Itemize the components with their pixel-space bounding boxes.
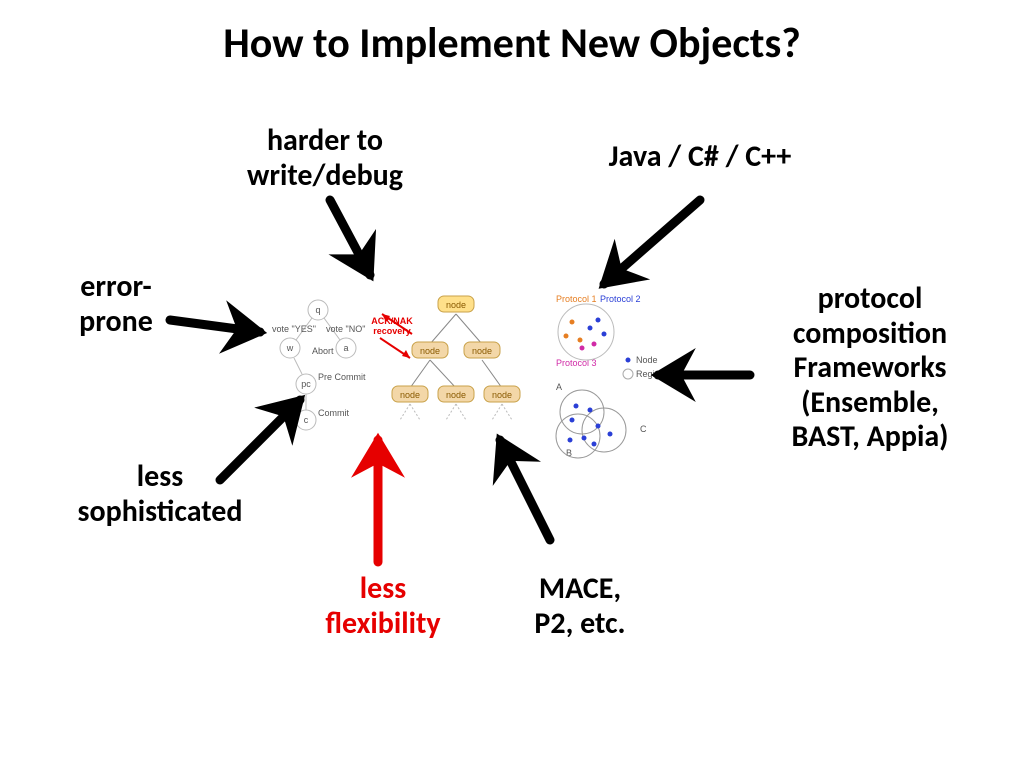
arrow-error: [170, 320, 260, 332]
svg-text:node: node: [446, 390, 466, 400]
svg-text:C: C: [640, 424, 647, 434]
svg-text:node: node: [492, 390, 512, 400]
label-error: error-prone: [56, 270, 176, 339]
label-mace: MACE,P2, etc.: [500, 572, 660, 641]
center-cluster: q w a pc c vote "YES" vote "NO" Abort Pr…: [260, 280, 680, 480]
svg-text:vote "NO": vote "NO": [326, 324, 365, 334]
svg-text:node: node: [400, 390, 420, 400]
slide-title: How to Implement New Objects?: [0, 18, 1024, 69]
svg-text:Node: Node: [636, 355, 658, 365]
acknak: ACK/NAKrecovery: [371, 314, 413, 358]
slide-stage: How to Implement New Objects? harder tow…: [0, 0, 1024, 768]
svg-text:pc: pc: [301, 379, 311, 389]
svg-text:a: a: [343, 343, 348, 353]
svg-text:Abort: Abort: [312, 346, 334, 356]
svg-text:node: node: [472, 346, 492, 356]
label-protocol: protocolcompositionFrameworks(Ensemble,B…: [760, 282, 980, 455]
svg-text:Pre Commit: Pre Commit: [318, 372, 366, 382]
svg-text:vote "YES": vote "YES": [272, 324, 316, 334]
svg-text:w: w: [286, 343, 294, 353]
svg-text:node: node: [446, 300, 466, 310]
svg-text:ACK/NAKrecovery: ACK/NAKrecovery: [371, 316, 413, 336]
protocol-scatter: Protocol 1 Protocol 2 Protocol 3 Node Re…: [556, 294, 665, 379]
svg-text:c: c: [304, 415, 309, 425]
svg-text:q: q: [315, 305, 320, 315]
region-venn: A B C: [556, 382, 647, 458]
label-java: Java / C# / C++: [570, 140, 830, 175]
node-tree: node node node node node node: [392, 296, 520, 420]
svg-text:Protocol 1: Protocol 1: [556, 294, 597, 304]
svg-text:node: node: [420, 346, 440, 356]
svg-text:Protocol 2: Protocol 2: [600, 294, 641, 304]
arrow-java: [604, 200, 700, 284]
svg-text:A: A: [556, 382, 562, 392]
label-flexibility: lessflexibility: [293, 572, 473, 641]
svg-text:Region: Region: [636, 369, 665, 379]
fsm-sketch: q w a pc c vote "YES" vote "NO" Abort Pr…: [272, 300, 366, 430]
label-harder: harder towrite/debug: [195, 124, 455, 193]
arrow-harder: [330, 200, 370, 275]
svg-text:Commit: Commit: [318, 408, 349, 418]
label-sophisticated: lesssophisticated: [60, 460, 260, 529]
